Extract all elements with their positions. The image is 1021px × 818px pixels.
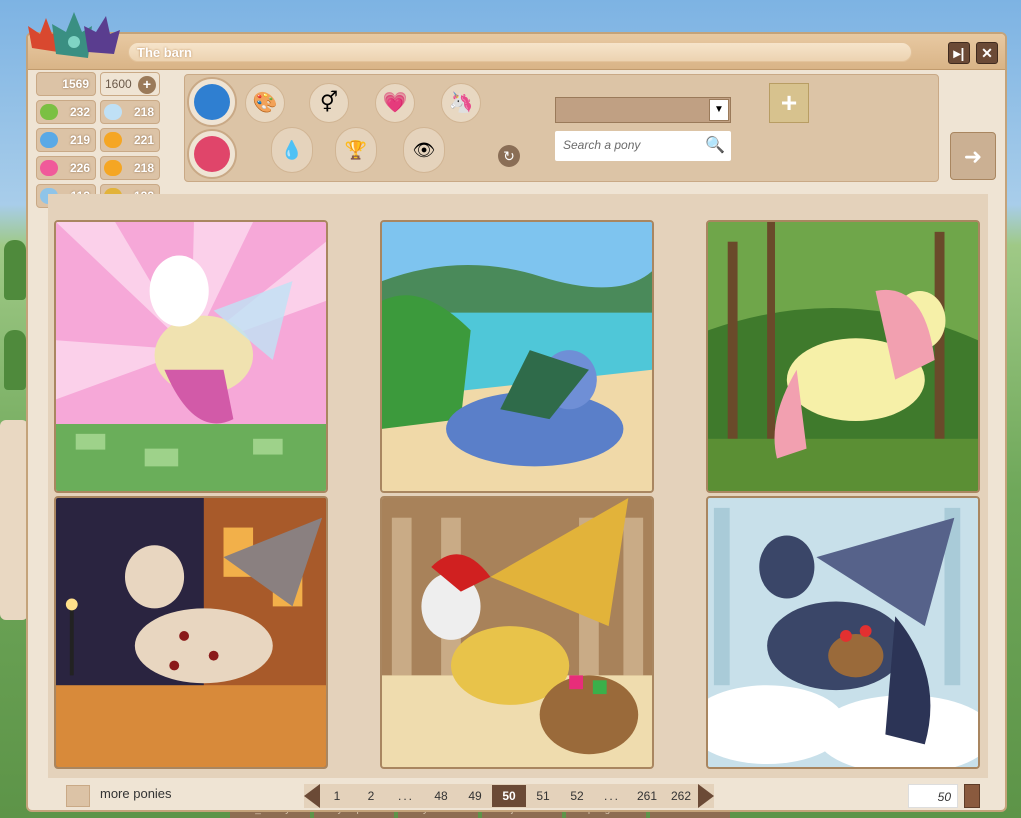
page-link[interactable]: 48 (424, 785, 458, 807)
sort-select[interactable]: ▼ (555, 97, 731, 123)
refresh-icon[interactable]: ↻ (498, 145, 520, 167)
stat-heart: 226 (36, 156, 96, 180)
page-link[interactable]: 1 (320, 785, 354, 807)
pony-tile[interactable] (54, 496, 328, 769)
prev-page-arrow-icon[interactable] (304, 784, 320, 808)
filter-gender-button[interactable]: ⚥ (309, 83, 349, 123)
close-button[interactable]: ✕ (976, 42, 998, 64)
heart-icon (40, 160, 58, 176)
stat-value: 232 (69, 105, 90, 119)
palette-icon: 🎨 (252, 92, 278, 114)
page-ellipsis: ... (397, 789, 414, 803)
pagination-bar: more ponies 1 2 ... 48 49 50 51 52 ... 2… (28, 782, 1005, 812)
stat-value: 219 (69, 133, 90, 147)
page-link[interactable]: 2 (354, 785, 388, 807)
page-link[interactable]: 49 (458, 785, 492, 807)
pawprint-icon (104, 160, 122, 176)
orange-swirl-icon (104, 132, 122, 148)
pony-image (708, 498, 978, 767)
filter-toolbar: 🎨 ⚥ 💗 🦄 💧 🏆 👁 ↻ ▼ 🔍 + (184, 74, 939, 182)
collapse-button[interactable]: ▸| (948, 42, 970, 64)
pony-arrow-icon: ➜ (963, 144, 983, 169)
stat-pawprint: 218 (100, 156, 160, 180)
pony-tile[interactable] (706, 496, 980, 769)
stat-blue-paw: 219 (36, 128, 96, 152)
pony-grid (48, 194, 988, 778)
search-input[interactable] (555, 131, 695, 159)
current-page: 50 (492, 785, 526, 807)
pony-tile[interactable] (54, 220, 328, 493)
title-bar: The barn ▸| ✕ (28, 34, 1005, 70)
tab-folders[interactable] (187, 77, 237, 127)
star-icon (194, 136, 230, 172)
background-tree (4, 240, 26, 300)
chevron-down-icon[interactable]: ▼ (709, 99, 729, 121)
blue-paw-icon (40, 132, 58, 148)
eye-drop-icon: 👁 (412, 140, 436, 160)
gender-icon: ⚥ (319, 92, 339, 114)
filter-breed-button[interactable]: 🦄 (441, 83, 481, 123)
background-tree (4, 330, 26, 390)
stat-value: 226 (69, 161, 90, 175)
stat-value: 218 (133, 161, 154, 175)
filter-eye-drop[interactable]: 👁 (403, 127, 445, 173)
pony-image (382, 498, 652, 767)
pony-pair-icon: 🦄 (448, 92, 474, 114)
cloud-icon (104, 104, 122, 120)
pony-image (708, 222, 978, 491)
page-ellipsis: ... (603, 789, 620, 803)
per-page-field[interactable]: 50 (908, 784, 958, 808)
filter-love-button[interactable]: 💗 (375, 83, 415, 123)
stat-cloud: 218 (100, 100, 160, 124)
stat-value: 218 (133, 105, 154, 119)
pony-tile[interactable] (380, 496, 654, 769)
trophy-drop-icon: 🏆 (344, 140, 368, 160)
pager: 1 2 ... 48 49 50 51 52 ... 261 262 (304, 784, 714, 808)
next-page-arrow-icon[interactable] (698, 784, 714, 808)
stats-panel: 1569 1600 + 232 218 219 221 226 218 113 … (36, 72, 160, 212)
page-link[interactable]: 262 (664, 785, 698, 807)
page-link[interactable]: 261 (630, 785, 664, 807)
filter-unicorn-drop[interactable]: 💧 (271, 127, 313, 173)
pony-tile[interactable] (380, 220, 654, 493)
filter-colors-button[interactable]: 🎨 (245, 83, 285, 123)
per-page-button[interactable] (964, 784, 980, 808)
capacity-counter: 1600 + (100, 72, 160, 96)
pony-tile[interactable] (706, 220, 980, 493)
stat-value: 221 (133, 133, 154, 147)
capacity-value: 1600 (105, 77, 132, 91)
coins-counter: 1569 (36, 72, 96, 96)
pony-image (56, 222, 326, 491)
stat-orange-swirl: 221 (100, 128, 160, 152)
add-pony-button[interactable]: + (769, 83, 809, 123)
pony-image (56, 498, 326, 767)
unicorn-drop-icon: 💧 (280, 140, 304, 160)
export-pony-button[interactable]: ➜ (950, 132, 996, 180)
apple-icon (40, 104, 58, 120)
tab-favorites[interactable] (187, 129, 237, 179)
coins-value: 1569 (62, 77, 89, 91)
filter-trophy-drop[interactable]: 🏆 (335, 127, 377, 173)
add-capacity-icon[interactable]: + (138, 76, 156, 94)
heart-ring-icon: 💗 (382, 92, 408, 114)
folder-icon (194, 84, 230, 120)
page-link[interactable]: 52 (560, 785, 594, 807)
background-panel (0, 420, 28, 620)
pony-image (382, 222, 652, 491)
barn-window: The barn ▸| ✕ 1569 1600 + 232 218 219 22… (26, 12, 1007, 812)
search-box: 🔍 (555, 131, 731, 161)
window-title: The barn (137, 45, 192, 60)
title-pill: The barn (128, 42, 912, 62)
more-ponies-checkbox[interactable] (66, 785, 90, 807)
more-ponies-label: more ponies (100, 786, 172, 801)
page-link[interactable]: 51 (526, 785, 560, 807)
pony-logo-icon (28, 12, 120, 58)
search-icon[interactable]: 🔍 (705, 135, 725, 155)
stat-apple: 232 (36, 100, 96, 124)
